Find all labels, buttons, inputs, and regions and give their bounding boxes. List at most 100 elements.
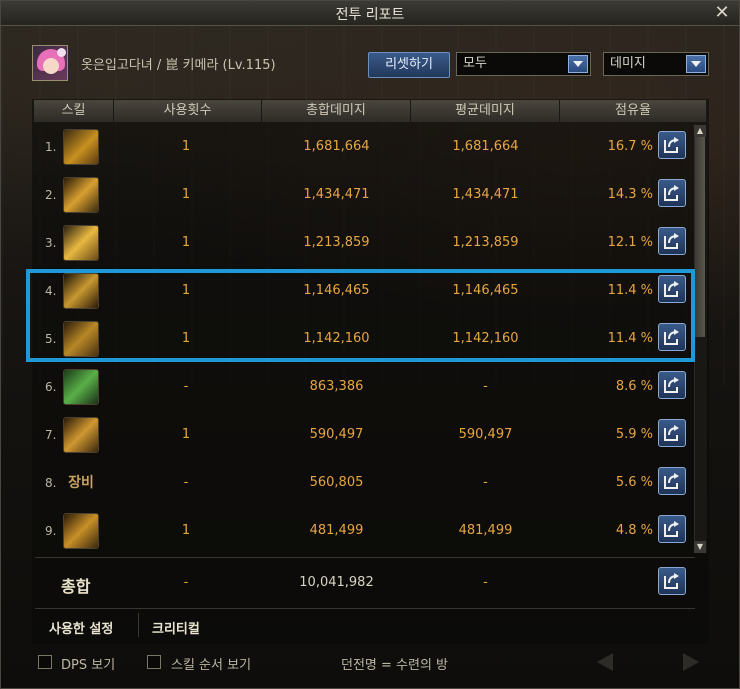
window-title: 전투 리포트 bbox=[335, 7, 405, 23]
row-rank: 3. bbox=[45, 236, 57, 250]
row-uses: 1 bbox=[181, 427, 191, 442]
dps-label: DPS 보기 bbox=[61, 658, 116, 673]
row-uses: 1 bbox=[181, 523, 191, 538]
prev-page-icon[interactable] bbox=[597, 653, 613, 671]
total-damage: 10,041,982 bbox=[299, 575, 374, 590]
skill-icon-1 bbox=[63, 129, 99, 165]
dps-checkbox[interactable] bbox=[38, 655, 52, 669]
share-icon bbox=[664, 521, 679, 537]
row-rank: 8. bbox=[45, 476, 57, 490]
row-avg-damage: 481,499 bbox=[458, 523, 513, 538]
row-uses: 1 bbox=[181, 187, 191, 202]
metric-dropdown-value: 데미지 bbox=[610, 56, 646, 71]
row-total-damage: 863,386 bbox=[309, 379, 364, 394]
row-avg-damage: 1,434,471 bbox=[452, 187, 519, 202]
row-total-damage: 1,213,859 bbox=[303, 235, 370, 250]
row-avg-damage: - bbox=[483, 475, 488, 490]
table-row: 8. 장비 - 560,805 - 5.6 % bbox=[33, 459, 693, 507]
row-avg-damage: 590,497 bbox=[458, 427, 513, 442]
row-share: 4.8 % bbox=[615, 523, 653, 538]
row-uses: 1 bbox=[181, 139, 191, 154]
column-header-uses: 사용횟수 bbox=[114, 100, 262, 122]
skill-icon-2 bbox=[63, 177, 99, 213]
table-row: 7. 1 590,497 590,497 5.9 % bbox=[33, 411, 693, 459]
row-share: 14.3 % bbox=[607, 187, 653, 202]
row-rank: 9. bbox=[45, 524, 57, 538]
row-share: 12.1 % bbox=[607, 235, 653, 250]
row-rank: 2. bbox=[45, 188, 57, 202]
selection-highlight bbox=[26, 269, 695, 362]
column-header-total-damage: 총합데미지 bbox=[262, 100, 411, 122]
scrollbar-thumb[interactable] bbox=[695, 137, 705, 337]
row-total-damage: 1,434,471 bbox=[303, 187, 370, 202]
row-share-button[interactable] bbox=[658, 419, 686, 447]
skill-order-label: 스킬 순서 보기 bbox=[171, 658, 252, 673]
total-share-button[interactable] bbox=[658, 567, 686, 595]
divider bbox=[35, 557, 695, 558]
used-settings-label: 사용한 설정 bbox=[49, 622, 114, 637]
table-row: 1. 1 1,681,664 1,681,664 16.7 % bbox=[33, 123, 693, 171]
row-share-button[interactable] bbox=[658, 467, 686, 495]
table-row: 2. 1 1,434,471 1,434,471 14.3 % bbox=[33, 171, 693, 219]
row-uses: - bbox=[183, 475, 189, 490]
row-total-damage: 481,499 bbox=[309, 523, 364, 538]
share-icon bbox=[664, 377, 679, 393]
total-label: 총합 bbox=[61, 577, 91, 596]
row-share: 5.6 % bbox=[615, 475, 653, 490]
column-header-avg-damage: 평균데미지 bbox=[411, 100, 560, 122]
scroll-down-button[interactable]: ▼ bbox=[694, 541, 706, 553]
skill-icon-9 bbox=[63, 513, 99, 549]
skill-icon-6 bbox=[63, 369, 99, 405]
dungeon-name: 던전명 = 수련의 방 bbox=[341, 658, 449, 673]
row-avg-damage: - bbox=[483, 379, 488, 394]
title-bar[interactable]: 전투 리포트 ✕ bbox=[1, 1, 739, 26]
row-share-button[interactable] bbox=[658, 179, 686, 207]
skill-icon-3 bbox=[63, 225, 99, 261]
character-avatar bbox=[32, 45, 68, 81]
scroll-up-button[interactable]: ▲ bbox=[694, 125, 706, 137]
row-avg-damage: 1,213,859 bbox=[452, 235, 519, 250]
filter-dropdown-value: 모두 bbox=[463, 56, 487, 71]
skill-order-checkbox[interactable] bbox=[147, 655, 161, 669]
reset-button[interactable]: 리셋하기 bbox=[368, 52, 450, 78]
filter-dropdown[interactable]: 모두 bbox=[456, 52, 591, 76]
row-share-button[interactable] bbox=[658, 371, 686, 399]
row-total-damage: 1,681,664 bbox=[303, 139, 370, 154]
total-uses: - bbox=[183, 575, 189, 590]
combat-report-window: 전투 리포트 ✕ 옷은입고다녀 / 崑 키메라 (Lv.115) 리셋하기 모두… bbox=[0, 0, 740, 689]
skill-icon-7 bbox=[63, 417, 99, 453]
row-total-damage: 590,497 bbox=[309, 427, 364, 442]
row-avg-damage: 1,681,664 bbox=[452, 139, 519, 154]
row-rank: 7. bbox=[45, 428, 57, 442]
table-row: 6. - 863,386 - 8.6 % bbox=[33, 363, 693, 411]
row-share-button[interactable] bbox=[658, 515, 686, 543]
column-header-skill: 스킬 bbox=[34, 100, 114, 122]
chevron-down-icon[interactable] bbox=[568, 55, 588, 73]
character-name: 옷은입고다녀 / 崑 키메라 (Lv.115) bbox=[81, 58, 276, 73]
row-share: 8.6 % bbox=[615, 379, 653, 394]
row-share: 16.7 % bbox=[607, 139, 653, 154]
share-icon bbox=[664, 137, 679, 153]
total-row: 총합 - 10,041,982 - bbox=[33, 559, 693, 607]
total-avg: - bbox=[483, 575, 488, 590]
row-rank: 1. bbox=[45, 140, 57, 154]
table-row: 9. 1 481,499 481,499 4.8 % bbox=[33, 507, 693, 555]
share-icon bbox=[664, 425, 679, 441]
equipment-text-icon: 장비 bbox=[68, 475, 94, 491]
share-icon bbox=[664, 573, 679, 589]
share-icon bbox=[664, 233, 679, 249]
row-share-button[interactable] bbox=[658, 227, 686, 255]
share-icon bbox=[664, 473, 679, 489]
row-share: 5.9 % bbox=[615, 427, 653, 442]
row-rank: 6. bbox=[45, 380, 57, 394]
close-icon[interactable]: ✕ bbox=[713, 2, 731, 23]
row-total-damage: 560,805 bbox=[309, 475, 364, 490]
metric-dropdown[interactable]: 데미지 bbox=[603, 52, 709, 76]
row-share-button[interactable] bbox=[658, 131, 686, 159]
divider bbox=[35, 608, 695, 609]
critical-setting-label: 크리티컬 bbox=[152, 622, 200, 637]
next-page-icon[interactable] bbox=[683, 653, 699, 671]
share-icon bbox=[664, 185, 679, 201]
column-header-share: 점유율 bbox=[560, 100, 707, 122]
chevron-down-icon[interactable] bbox=[686, 55, 706, 73]
